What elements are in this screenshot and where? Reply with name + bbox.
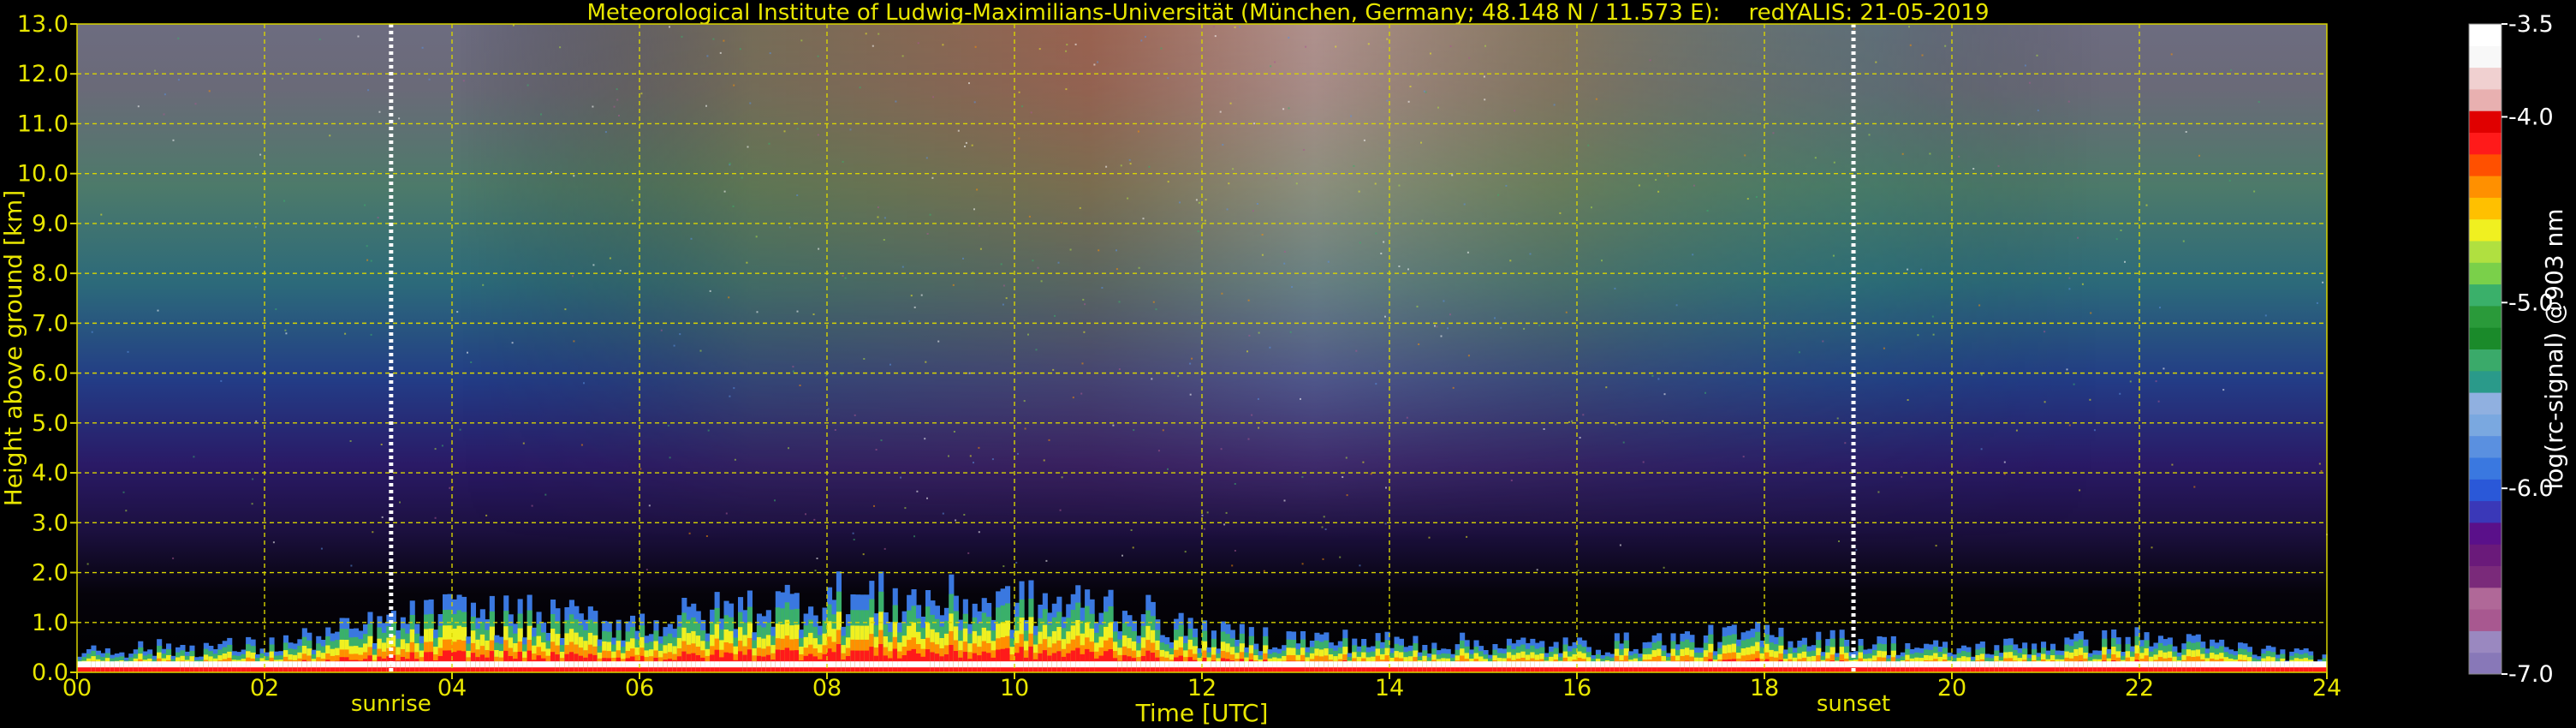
x-tick-label: 12 <box>1187 675 1217 701</box>
colorbar-segment <box>2469 88 2502 111</box>
x-tick-label: 20 <box>1937 675 1966 701</box>
colorbar-segment <box>2469 262 2502 285</box>
x-axis-label: Time [UTC] <box>1135 699 1269 727</box>
colorbar-segment <box>2469 544 2502 566</box>
colorbar-segment <box>2469 370 2502 393</box>
y-tick-label: 1.0 <box>32 610 68 636</box>
x-tick-label: 06 <box>625 675 654 701</box>
y-tick-label: 0.0 <box>32 659 68 686</box>
colorbar-segment <box>2469 24 2502 46</box>
colorbar-tick-label: -3.5 <box>2508 11 2554 38</box>
colorbar-segment <box>2469 652 2502 675</box>
colorbar-segment <box>2469 218 2502 242</box>
y-tick-label: 4.0 <box>32 460 68 486</box>
sunrise-label: sunrise <box>351 691 431 717</box>
y-tick-label: 6.0 <box>32 361 68 387</box>
colorbar-segment <box>2469 392 2502 415</box>
colorbar: -3.5-4.0-5.0-6.0-7.0log(rc-signal) @903 … <box>2468 11 2568 688</box>
colorbar-segment <box>2469 587 2502 610</box>
colorbar-segment <box>2469 457 2502 480</box>
colorbar-segment <box>2469 500 2502 523</box>
y-tick-label: 10.0 <box>17 161 68 188</box>
x-tick-label: 16 <box>1562 675 1591 701</box>
colorbar-segment <box>2469 241 2502 263</box>
colorbar-segment <box>2469 197 2502 220</box>
y-tick-label: 13.0 <box>17 11 68 38</box>
y-tick-label: 11.0 <box>17 110 68 137</box>
y-tick-label: 12.0 <box>17 61 68 87</box>
colorbar-segment <box>2469 435 2502 458</box>
colorbar-segment <box>2469 67 2502 90</box>
y-axis-label: Height above ground [km] <box>0 190 27 507</box>
x-tick-label: 02 <box>250 675 279 701</box>
colorbar-segment <box>2469 327 2502 349</box>
y-tick-label: 2.0 <box>32 560 68 587</box>
sunset-label: sunset <box>1817 691 1890 717</box>
x-tick-label: 18 <box>1750 675 1779 701</box>
colorbar-tick-label: -7.0 <box>2508 661 2554 688</box>
colorbar-segment <box>2469 45 2502 69</box>
y-tick-label: 9.0 <box>32 211 68 237</box>
colorbar-segment <box>2469 522 2502 545</box>
colorbar-tick-label: -4.0 <box>2508 104 2554 130</box>
colorbar-segment <box>2469 283 2502 307</box>
colorbar-segment <box>2469 132 2502 155</box>
colorbar-segment <box>2469 153 2502 176</box>
colorbar-segment <box>2469 414 2502 437</box>
x-tick-label: 22 <box>2125 675 2154 701</box>
lidar-chart: sunrise sunset 00 02 04 06 08 10 12 14 16 18 20 22 24… <box>0 11 2568 727</box>
y-tick-label: 3.0 <box>32 510 68 536</box>
colorbar-segment <box>2469 349 2502 372</box>
colorbar-segment <box>2469 565 2502 588</box>
y-tick-label: 5.0 <box>32 410 68 437</box>
colorbar-segment <box>2469 630 2502 653</box>
x-tick-label: 04 <box>437 675 467 701</box>
y-tick-label: 8.0 <box>32 260 68 287</box>
x-tick-label: 24 <box>2312 675 2341 701</box>
x-tick-label: 14 <box>1375 675 1404 701</box>
colorbar-segment <box>2469 110 2502 133</box>
x-tick-label: 10 <box>1000 675 1029 701</box>
y-tick-label: 7.0 <box>32 310 68 337</box>
colorbar-segment <box>2469 305 2502 328</box>
colorbar-label: log(rc-signal) @903 nm <box>2540 208 2568 489</box>
colorbar-segment <box>2469 609 2502 631</box>
colorbar-segment <box>2469 176 2502 198</box>
colorbar-segment <box>2469 479 2502 502</box>
x-tick-label: 08 <box>812 675 842 701</box>
